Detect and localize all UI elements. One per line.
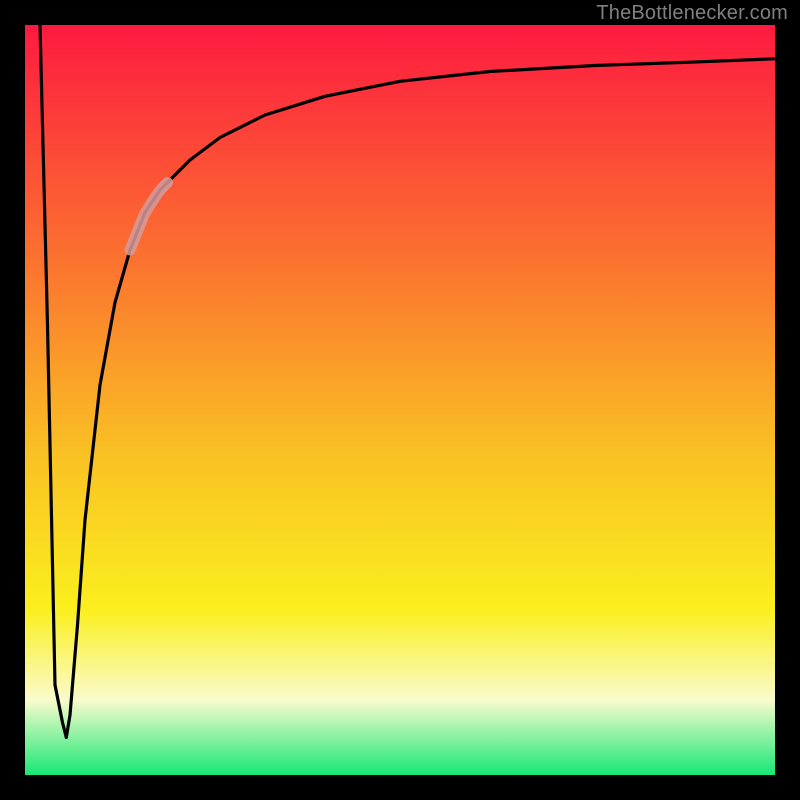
chart-frame — [22, 22, 778, 778]
bottleneck-chart — [25, 25, 775, 775]
bottleneck-curve-line — [40, 25, 775, 738]
bottleneck-curve-highlight — [130, 183, 168, 251]
